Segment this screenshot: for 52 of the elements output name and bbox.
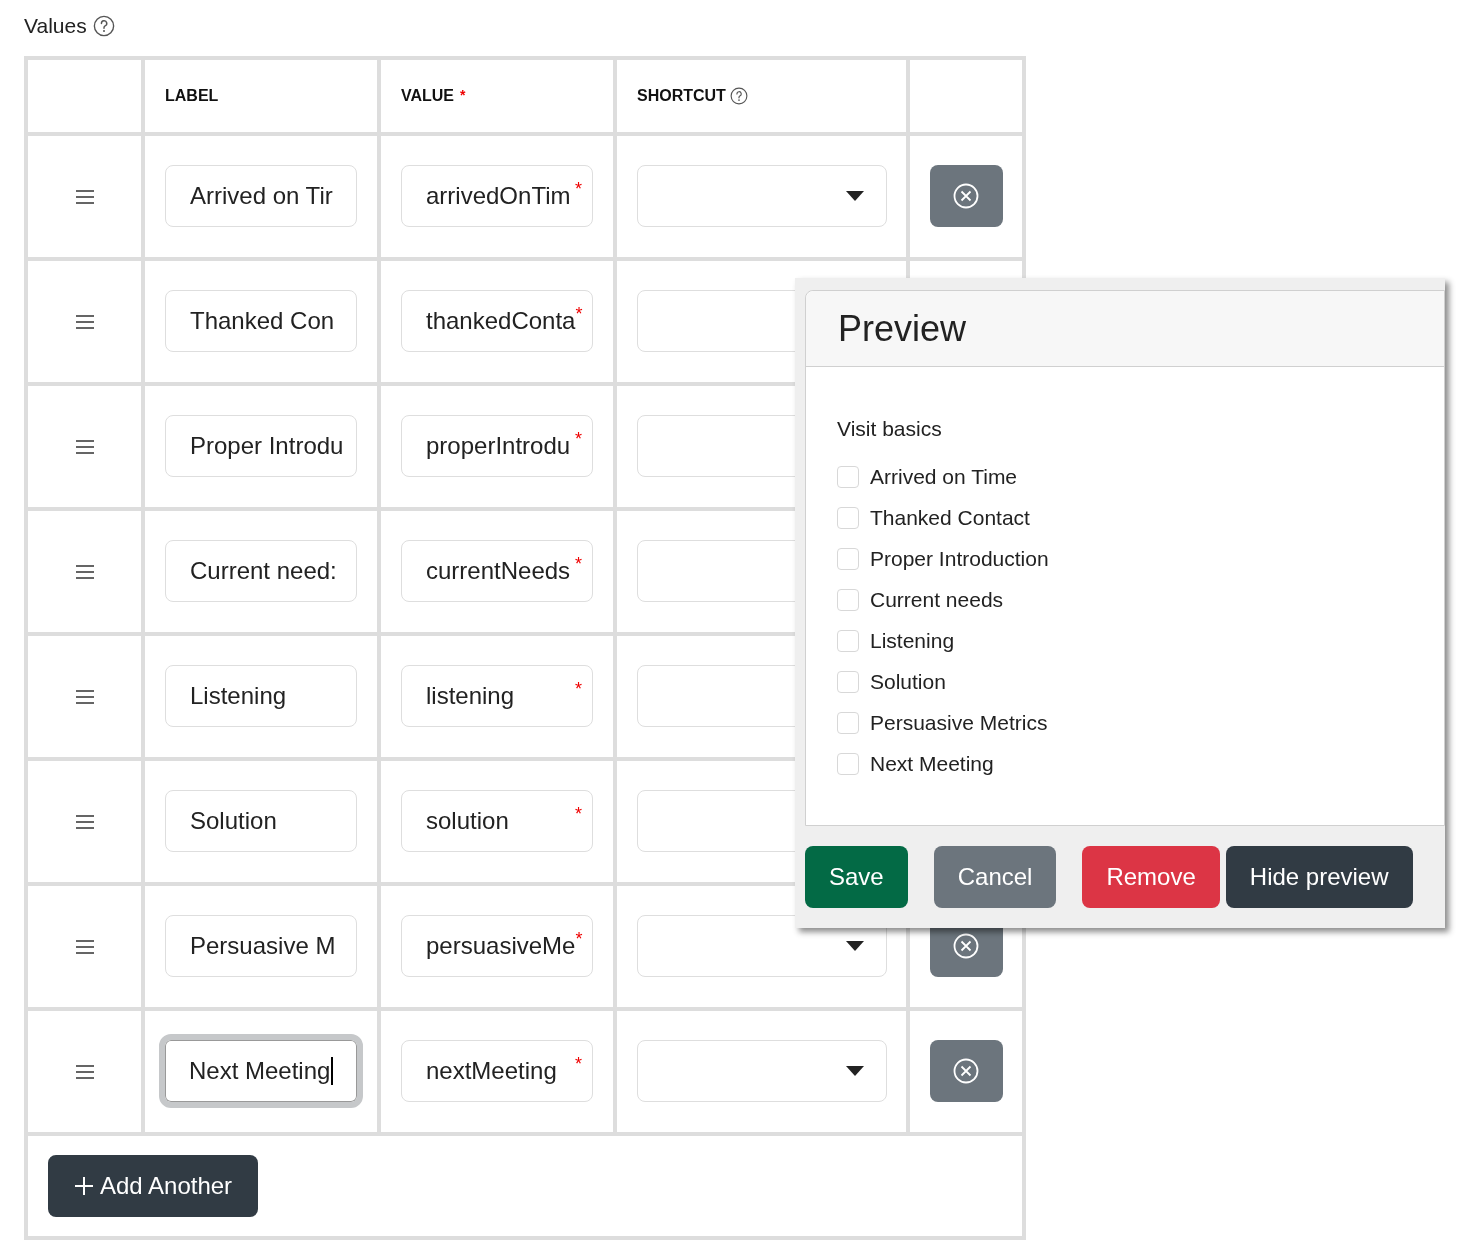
group-label: Visit basics [837, 416, 943, 442]
section-label: Values [24, 13, 87, 39]
value-input[interactable]: persuasiveMe* [401, 915, 593, 977]
checkbox-label: Arrived on Time [870, 464, 1018, 491]
label-input[interactable]: Listening [165, 665, 357, 727]
preview-action-button[interactable]: Cancel [933, 846, 1057, 908]
value-text: currentNeeds [426, 556, 572, 586]
required-mark: * [575, 678, 582, 701]
checkbox-label: Next Meeting [870, 751, 994, 778]
value-input[interactable]: listening * [401, 665, 593, 727]
value-text: listening [426, 681, 516, 711]
checkbox-label: Listening [870, 628, 955, 655]
value-text: nextMeeting [426, 1056, 558, 1086]
checkbox-label: Persuasive Metrics [870, 710, 1048, 737]
required-mark: * [460, 86, 466, 105]
value-input[interactable]: arrivedOnTim * [401, 165, 593, 227]
value-input[interactable]: currentNeeds * [401, 540, 593, 602]
required-mark: * [575, 1053, 582, 1076]
value-text: properIntrodu [426, 431, 572, 461]
value-text: arrivedOnTim [426, 181, 572, 211]
required-mark: * [575, 303, 583, 324]
checkbox-label: Solution [870, 669, 946, 696]
preview-title: Preview [838, 306, 967, 351]
required-mark: * [575, 428, 582, 451]
value-text: persuasiveMe [426, 931, 576, 961]
column-header: VALUE [401, 85, 455, 106]
required-mark: * [575, 178, 582, 201]
preview-action-button[interactable]: Save [805, 846, 908, 908]
checkbox-label: Proper Introduction [870, 546, 1049, 573]
value-input[interactable]: properIntrodu * [401, 415, 593, 477]
column-header: SHORTCUT [637, 85, 726, 106]
column-header: LABEL [165, 85, 219, 106]
value-text: solution [426, 806, 510, 836]
label-input[interactable]: Persuasive M [165, 915, 357, 977]
label-input[interactable]: Proper Introdu [165, 415, 357, 477]
preview-action-button[interactable]: Hide preview [1225, 846, 1413, 908]
add-another-button[interactable]: Add Another [48, 1154, 259, 1217]
preview-action-button[interactable]: Remove [1082, 846, 1220, 908]
value-input[interactable]: nextMeeting * [401, 1040, 593, 1102]
label-input[interactable]: Arrived on Tir [165, 165, 357, 227]
required-mark: * [575, 803, 582, 826]
label-input[interactable]: Next Meeting [159, 1034, 363, 1108]
required-mark: * [575, 928, 583, 951]
label-input[interactable]: Current need: [165, 540, 357, 602]
value-input[interactable]: thankedConta* [401, 290, 593, 352]
label-input[interactable]: Thanked Con [165, 290, 357, 352]
value-text: thankedConta [426, 306, 576, 336]
checkbox-label: Thanked Contact [870, 505, 1030, 532]
value-input[interactable]: solution * [401, 790, 593, 852]
label-input[interactable]: Solution [165, 790, 357, 852]
checkbox-label: Current needs [870, 587, 1004, 614]
required-mark: * [575, 553, 582, 576]
